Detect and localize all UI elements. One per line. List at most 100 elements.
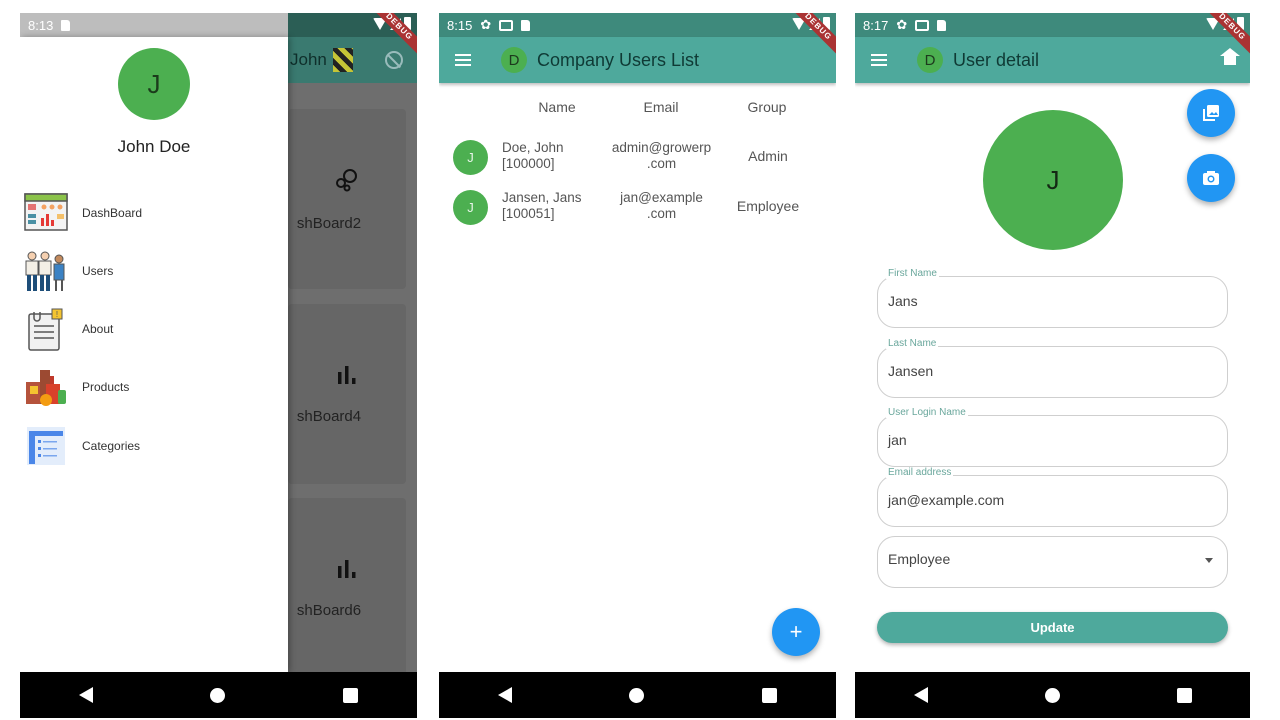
cell-email: admin@growerp .com: [599, 140, 724, 172]
recents-icon[interactable]: [1176, 687, 1192, 703]
image-icon: [499, 19, 514, 31]
drawer-item-users[interactable]: Users: [24, 247, 284, 295]
dashboard-card: shBoard6: [288, 498, 406, 678]
table-row[interactable]: J Doe, John [100000] admin@growerp .com …: [439, 136, 836, 182]
sd-card-icon: [521, 19, 531, 31]
drawer-item-products[interactable]: Products: [24, 363, 284, 411]
gear-icon: ✿: [480, 17, 492, 32]
table-row[interactable]: J Jansen, Jans [100051] jan@example .com…: [439, 186, 836, 232]
email-part: admin@growerp: [611, 140, 712, 155]
bubble-chart-icon: [334, 167, 360, 199]
android-nav-bar: [20, 672, 417, 718]
background-appbar: John: [288, 37, 417, 83]
home-icon[interactable]: [1220, 48, 1240, 66]
recents-icon[interactable]: [343, 687, 359, 703]
drawer-avatar[interactable]: J: [118, 48, 190, 120]
block-icon: [385, 51, 403, 69]
cell-group: Employee: [736, 198, 800, 214]
svg-text:!: !: [56, 310, 58, 319]
email-part: .com: [646, 156, 677, 171]
gallery-button[interactable]: [1187, 89, 1235, 137]
drawer-item-dashboard[interactable]: DashBoard: [24, 189, 284, 237]
camera-icon: [1203, 171, 1219, 185]
field-label: Last Name: [886, 338, 939, 349]
card-label: shBoard2: [296, 214, 362, 232]
status-time: 8:15: [447, 17, 473, 33]
screen-user-detail: 8:17 ✿ DEBUG D User detail J First Name …: [855, 13, 1250, 718]
user-avatar: J: [983, 110, 1123, 250]
add-user-button[interactable]: +: [772, 608, 820, 656]
user-name: Doe, John: [502, 140, 564, 155]
field-label: First Name: [886, 268, 939, 279]
status-time: 8:17: [863, 17, 889, 33]
dropdown-arrow-icon: [1205, 558, 1213, 563]
field-label: Email address: [886, 467, 954, 478]
back-icon[interactable]: [497, 687, 512, 703]
email-part: .com: [646, 206, 677, 221]
drawer-user-name: John Doe: [117, 137, 191, 156]
drawer-item-label: DashBoard: [82, 206, 143, 220]
bar-chart-icon: [335, 364, 359, 392]
status-time: 8:13: [28, 17, 54, 33]
drawer-scrim[interactable]: shBoard2 shBoard4 shBoard6: [288, 83, 417, 678]
field-value: jan@example.com: [888, 492, 1005, 508]
group-select[interactable]: Employee: [877, 536, 1228, 588]
drawer-item-label: Products: [82, 380, 130, 394]
cell-name: Doe, John [100000]: [502, 140, 564, 172]
menu-icon[interactable]: [439, 37, 487, 83]
gear-icon: ✿: [896, 17, 908, 32]
user-id: [100051]: [502, 206, 555, 221]
back-icon[interactable]: [913, 687, 928, 703]
drawer-item-label: About: [82, 322, 114, 336]
first-name-field[interactable]: First Name Jans: [877, 268, 1228, 328]
dashboard-card: shBoard4: [288, 304, 406, 484]
drawer-item-categories[interactable]: Categories: [24, 422, 284, 470]
photo-library-icon: [1203, 105, 1219, 121]
home-nav-icon[interactable]: [210, 687, 226, 703]
column-header-email: Email: [643, 99, 679, 115]
user-name: Jansen, Jans: [502, 190, 582, 205]
field-label: User Login Name: [886, 407, 968, 418]
company-avatar[interactable]: D: [501, 47, 527, 73]
field-value: Jans: [888, 293, 918, 309]
products-icon: [24, 366, 68, 408]
home-nav-icon[interactable]: [629, 687, 645, 703]
bar-chart-icon: [335, 558, 359, 586]
cell-group: Admin: [748, 148, 788, 164]
drawer-item-about[interactable]: ! About: [24, 305, 284, 353]
cell-name: Jansen, Jans [100051]: [502, 190, 582, 222]
page-title: User detail: [953, 49, 1040, 70]
sd-card-icon: [61, 19, 71, 31]
table-header: Name Email Group: [439, 99, 836, 115]
back-icon[interactable]: [78, 687, 93, 703]
update-button[interactable]: Update: [877, 612, 1228, 643]
drawer-item-label: Categories: [82, 439, 141, 453]
field-value: jan: [888, 432, 907, 448]
login-name-field[interactable]: User Login Name jan: [877, 407, 1228, 467]
field-value: Jansen: [888, 363, 934, 379]
navigation-drawer: J John Doe DashBoard Users ! About Produ…: [20, 37, 288, 672]
last-name-field[interactable]: Last Name Jansen: [877, 338, 1228, 398]
screen-navigation-drawer: 8:13 DEBUG John shBoard2 shBoard4 shBoar…: [20, 13, 417, 718]
recents-icon[interactable]: [762, 687, 778, 703]
cell-email: jan@example .com: [599, 190, 724, 222]
user-id: [100000]: [502, 156, 555, 171]
email-field[interactable]: Email address jan@example.com: [877, 467, 1228, 527]
column-header-group: Group: [747, 99, 787, 115]
categories-icon: [24, 425, 68, 467]
image-icon: [915, 19, 930, 31]
background-appbar-title: John: [290, 50, 327, 69]
company-avatar[interactable]: D: [917, 47, 943, 73]
android-nav-bar: [855, 672, 1250, 718]
sd-card-icon: [937, 19, 947, 31]
plus-icon: +: [789, 619, 803, 644]
camera-button[interactable]: [1187, 154, 1235, 202]
menu-icon[interactable]: [855, 37, 903, 83]
home-nav-icon[interactable]: [1044, 687, 1060, 703]
page-title: Company Users List: [537, 49, 700, 70]
about-icon: !: [24, 308, 68, 351]
avatar: J: [453, 140, 488, 175]
drawer-item-label: Users: [82, 264, 114, 278]
email-part: jan@example: [620, 190, 703, 205]
column-header-name: Name: [538, 99, 576, 115]
